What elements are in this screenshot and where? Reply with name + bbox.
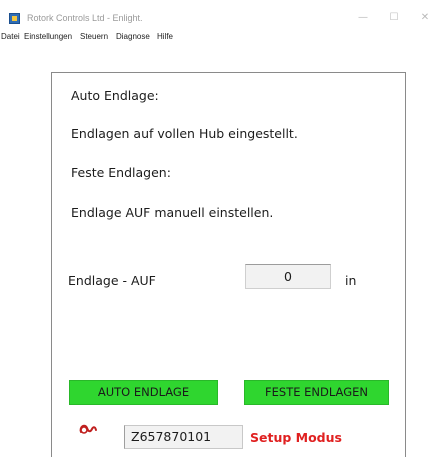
rotork-logo-icon <box>79 424 97 434</box>
close-button[interactable]: ✕ <box>417 12 433 23</box>
limit-open-value-field[interactable]: 0 <box>245 264 331 289</box>
feste-endlagen-button[interactable]: FESTE ENDLAGEN <box>244 380 389 405</box>
menu-diagnose[interactable]: Diagnose <box>116 32 150 41</box>
fixed-limits-heading: Feste Endlagen: <box>71 165 171 180</box>
setup-mode-status: Setup Modus <box>250 430 342 445</box>
window-title: Rotork Controls Ltd - Enlight. <box>27 13 143 23</box>
minimize-button[interactable]: — <box>355 12 371 23</box>
fixed-limits-description: Endlage AUF manuell einstellen. <box>71 205 274 220</box>
menu-steuern[interactable]: Steuern <box>80 32 108 41</box>
auto-limit-description: Endlagen auf vollen Hub eingestellt. <box>71 126 298 141</box>
auto-limit-heading: Auto Endlage: <box>71 88 159 103</box>
maximize-button[interactable]: ☐ <box>386 12 402 23</box>
title-bar: Rotork Controls Ltd - Enlight. — ☐ ✕ <box>0 0 436 30</box>
menu-hilfe[interactable]: Hilfe <box>157 32 173 41</box>
auto-endlage-button[interactable]: AUTO ENDLAGE <box>69 380 218 405</box>
limit-open-label: Endlage - AUF <box>68 273 156 288</box>
menu-datei[interactable]: Datei <box>1 32 20 41</box>
menu-bar: Datei Einstellungen Steuern Diagnose Hil… <box>0 30 436 45</box>
menu-einstellungen[interactable]: Einstellungen <box>24 32 72 41</box>
app-icon[interactable] <box>9 13 20 24</box>
limit-unit-label: in <box>345 273 357 288</box>
serial-number-field: Z657870101 <box>124 425 243 449</box>
